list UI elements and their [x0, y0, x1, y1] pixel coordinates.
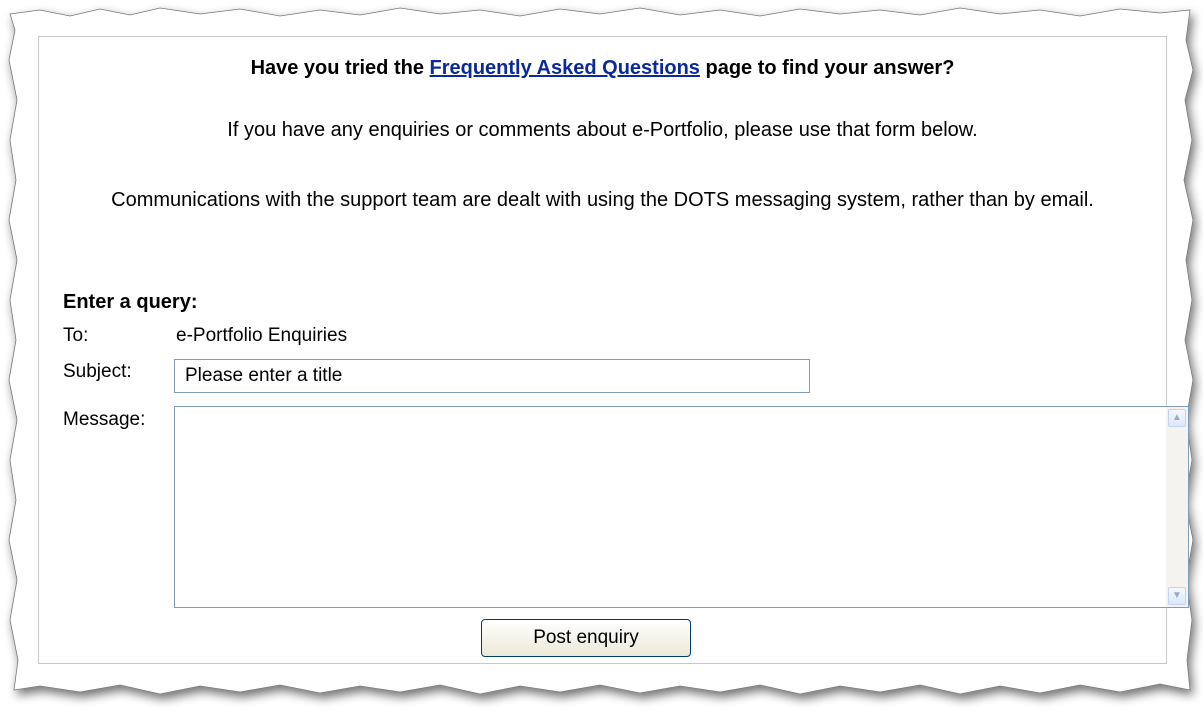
to-label: To: — [63, 325, 89, 346]
message-label: Message: — [63, 409, 146, 430]
form-title: Enter a query: — [63, 291, 198, 313]
messaging-notice: Communications with the support team are… — [111, 189, 1094, 211]
message-scrollbar[interactable]: ▲ ▼ — [1166, 407, 1188, 607]
heading-suffix: page to find your answer? — [699, 57, 955, 79]
message-field[interactable]: ▲ ▼ — [174, 406, 1189, 608]
faq-heading: Have you tried the Frequently Asked Ques… — [39, 57, 1166, 80]
heading-prefix: Have you tried the — [250, 57, 430, 79]
faq-link[interactable]: Frequently Asked Questions — [430, 57, 700, 79]
recipient-value: e-Portfolio Enquiries — [176, 325, 348, 346]
scroll-down-arrow-icon[interactable]: ▼ — [1168, 587, 1186, 605]
intro-text: If you have any enquiries or comments ab… — [227, 119, 978, 141]
subject-label: Subject: — [63, 361, 132, 382]
message-textarea[interactable] — [175, 407, 1165, 607]
subject-input[interactable] — [174, 359, 810, 393]
post-enquiry-button[interactable]: Post enquiry — [481, 619, 691, 657]
enquiry-panel: Have you tried the Frequently Asked Ques… — [38, 36, 1189, 664]
scroll-up-arrow-icon[interactable]: ▲ — [1168, 409, 1186, 427]
